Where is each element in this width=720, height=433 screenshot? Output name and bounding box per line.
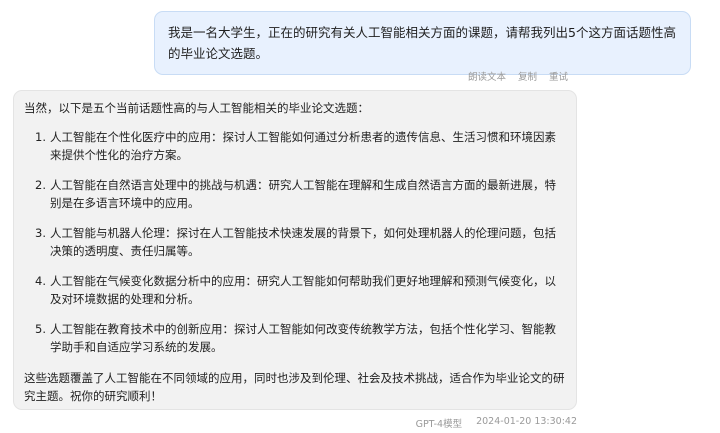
list-item: 3. 人工智能与机器人伦理：探讨在人工智能技术快速发展的背景下，如何处理机器人的…: [24, 224, 566, 261]
list-item-text: 人工智能在个性化医疗中的应用：探讨人工智能如何通过分析患者的遗传信息、生活习惯和…: [50, 129, 556, 163]
message-timestamp: 2024-01-20 13:30:42: [476, 416, 577, 427]
list-item-text: 人工智能在自然语言处理中的挑战与机遇：研究人工智能在理解和生成自然语言方面的最新…: [50, 177, 556, 211]
user-message-text: 我是一名大学生，正在的研究有关人工智能相关方面的课题，请帮我列出5个这方面话题性…: [168, 25, 676, 61]
model-label: GPT-4模型: [415, 419, 463, 430]
list-item-text: 人工智能在教育技术中的创新应用：探讨人工智能如何改变传统教学方法，包括个性化学习…: [50, 321, 556, 355]
list-item-text: 人工智能与机器人伦理：探讨在人工智能技术快速发展的背景下，如何处理机器人的伦理问…: [50, 225, 556, 259]
ai-message-bubble: 当然，以下是五个当前话题性高的与人工智能相关的毕业论文选题： 1. 人工智能在个…: [13, 90, 577, 410]
list-item-text: 人工智能在气候变化数据分析中的应用：研究人工智能如何帮助我们更好地理解和预测气候…: [50, 273, 556, 307]
list-item: 1. 人工智能在个性化医疗中的应用：探讨人工智能如何通过分析患者的遗传信息、生活…: [24, 128, 566, 165]
list-item: 4. 人工智能在气候变化数据分析中的应用：研究人工智能如何帮助我们更好地理解和预…: [24, 272, 566, 309]
list-item-number: 1.: [35, 129, 46, 144]
retry-button[interactable]: 重试: [549, 69, 568, 83]
list-item-number: 3.: [35, 225, 46, 240]
list-item-number: 5.: [35, 321, 46, 336]
list-item: 5. 人工智能在教育技术中的创新应用：探讨人工智能如何改变传统教学方法，包括个性…: [24, 320, 566, 357]
ai-message-meta: GPT-4模型 2024-01-20 13:30:42: [416, 416, 577, 430]
list-item-number: 2.: [35, 177, 46, 192]
ai-message-intro: 当然，以下是五个当前话题性高的与人工智能相关的毕业论文选题：: [24, 101, 369, 115]
user-message-bubble: 我是一名大学生，正在的研究有关人工智能相关方面的课题，请帮我列出5个这方面话题性…: [154, 11, 691, 75]
copy-button[interactable]: 复制: [518, 69, 537, 83]
ai-message-outro: 这些选题覆盖了人工智能在不同领域的应用，同时也涉及到伦理、社会及技术挑战，适合作…: [24, 370, 565, 404]
list-item-number: 4.: [35, 273, 46, 288]
user-message-actions: 朗读文本 复制 重试: [468, 69, 568, 83]
list-item: 2. 人工智能在自然语言处理中的挑战与机遇：研究人工智能在理解和生成自然语言方面…: [24, 176, 566, 213]
topic-list: 1. 人工智能在个性化医疗中的应用：探讨人工智能如何通过分析患者的遗传信息、生活…: [24, 128, 566, 357]
read-aloud-button[interactable]: 朗读文本: [468, 69, 506, 83]
